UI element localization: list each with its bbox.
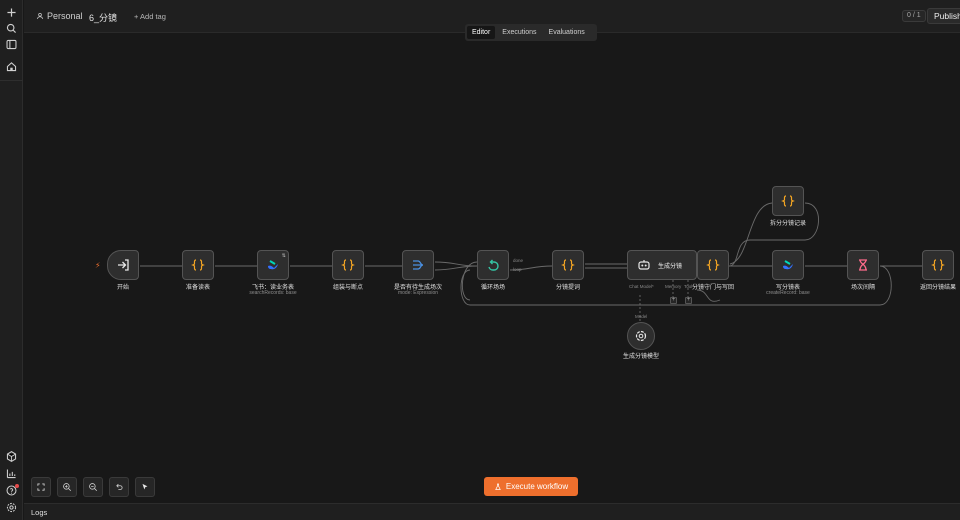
code-braces-icon (931, 259, 945, 271)
tab-editor[interactable]: Editor (467, 26, 496, 39)
node-label: 拆分分镜记录 (769, 221, 807, 227)
port-label-memory: Memory (665, 284, 682, 289)
version-indicator[interactable]: 0 / 1 (902, 10, 926, 22)
node-badge: ⇅ (281, 253, 286, 259)
hourglass-icon (859, 259, 867, 271)
add-memory-button[interactable]: + (670, 297, 677, 304)
edge-check-loop-2 (434, 265, 478, 271)
select-tool-button[interactable] (135, 477, 155, 497)
node-label: 分镜提词 (555, 285, 581, 291)
panel-icon[interactable] (5, 38, 18, 51)
fit-view-button[interactable] (31, 477, 51, 497)
feishu-icon (783, 260, 793, 270)
robot-icon (638, 260, 650, 270)
publish-button[interactable]: Publish (927, 8, 960, 24)
node-label: 返回分镜结果 (919, 285, 957, 291)
node-wait[interactable] (847, 250, 879, 280)
code-braces-icon (191, 259, 205, 271)
node-feishu-read[interactable]: ⇅ (257, 250, 289, 280)
node-sublabel: mode: Expression (397, 290, 439, 296)
node-guard[interactable] (697, 250, 729, 280)
flask-icon (495, 483, 501, 490)
zoom-in-icon (63, 483, 72, 492)
zoom-in-button[interactable] (57, 477, 77, 497)
logs-label: Logs (31, 508, 48, 517)
node-prep-table[interactable] (182, 250, 214, 280)
code-braces-icon (781, 195, 795, 207)
templates-icon[interactable] (5, 450, 18, 463)
node-assemble[interactable] (332, 250, 364, 280)
project-name[interactable]: Personal (47, 11, 83, 21)
node-check-pending[interactable] (402, 250, 434, 280)
home-icon[interactable] (5, 60, 18, 73)
workflow-name[interactable]: 6_分镜 (89, 11, 117, 24)
tab-executions[interactable]: Executions (497, 26, 541, 39)
port-label-done: done (513, 258, 524, 263)
help-icon[interactable] (5, 484, 19, 497)
loop-icon (488, 259, 499, 271)
node-write-table[interactable] (772, 250, 804, 280)
node-storyboard-prompt[interactable] (552, 250, 584, 280)
add-tag-button[interactable]: + Add tag (134, 12, 166, 21)
port-label-chat-model: Chat Model* (629, 284, 654, 289)
code-braces-icon (341, 259, 355, 271)
filter-icon (413, 260, 424, 270)
port-label-loop: loop (513, 267, 522, 272)
node-sublabel: createRecord: base (766, 290, 810, 296)
insights-icon[interactable] (5, 467, 18, 480)
edge-generate-down (696, 289, 721, 302)
search-icon[interactable] (5, 22, 18, 35)
node-inline-label: 生成分镜 (658, 263, 683, 270)
model-port-label: Model (635, 314, 648, 319)
execute-workflow-label: Execute workflow (505, 482, 569, 491)
notification-dot (15, 484, 19, 488)
code-braces-icon (561, 259, 575, 271)
sidebar-divider (0, 80, 23, 81)
left-sidebar (0, 0, 23, 520)
settings-icon[interactable] (5, 501, 18, 514)
trigger-bolt-icon: ⚡ (95, 261, 101, 270)
openai-icon (635, 330, 647, 342)
node-label: 循环场场 (480, 285, 506, 291)
edge-guard-split (729, 202, 773, 265)
sign-in-icon (118, 259, 129, 271)
undo-button[interactable] (109, 477, 129, 497)
node-start[interactable] (107, 250, 139, 280)
view-tabs: Editor Executions Evaluations (465, 24, 597, 41)
code-braces-icon (706, 259, 720, 271)
fit-icon (37, 483, 45, 491)
node-label: 分镜守门与写回 (691, 285, 735, 291)
node-label: 场次间隔 (850, 285, 876, 291)
cursor-icon (142, 483, 148, 490)
zoom-out-icon (89, 483, 98, 492)
tab-evaluations[interactable]: Evaluations (544, 26, 590, 39)
execute-workflow-button[interactable]: Execute workflow (484, 477, 578, 496)
logs-panel[interactable]: Logs (24, 503, 960, 520)
node-sublabel: searchRecords: base (249, 290, 297, 296)
node-generate[interactable]: 生成分镜 (627, 250, 697, 280)
breadcrumb[interactable]: Personal (36, 11, 83, 21)
node-label: 组装与断点 (332, 285, 364, 291)
node-label: 生成分镜模型 (622, 354, 660, 360)
node-split-record[interactable] (772, 186, 804, 216)
node-label: 准备读表 (185, 285, 211, 291)
edge-loop-return (461, 261, 478, 301)
workflow-canvas[interactable]: ⚡ 开始 准备读表 ⇅ 飞书：读业务表 searchRecords: base … (24, 33, 960, 503)
plus-icon[interactable] (5, 6, 18, 19)
node-loop[interactable] (477, 250, 509, 280)
user-icon (37, 13, 43, 20)
node-return[interactable] (922, 250, 954, 280)
feishu-icon (268, 260, 278, 270)
undo-icon (116, 483, 123, 490)
add-tool-button[interactable]: + (685, 297, 692, 304)
node-model[interactable] (627, 322, 655, 350)
zoom-out-button[interactable] (83, 477, 103, 497)
node-label: 开始 (116, 285, 130, 291)
edge-check-loop (434, 261, 478, 267)
